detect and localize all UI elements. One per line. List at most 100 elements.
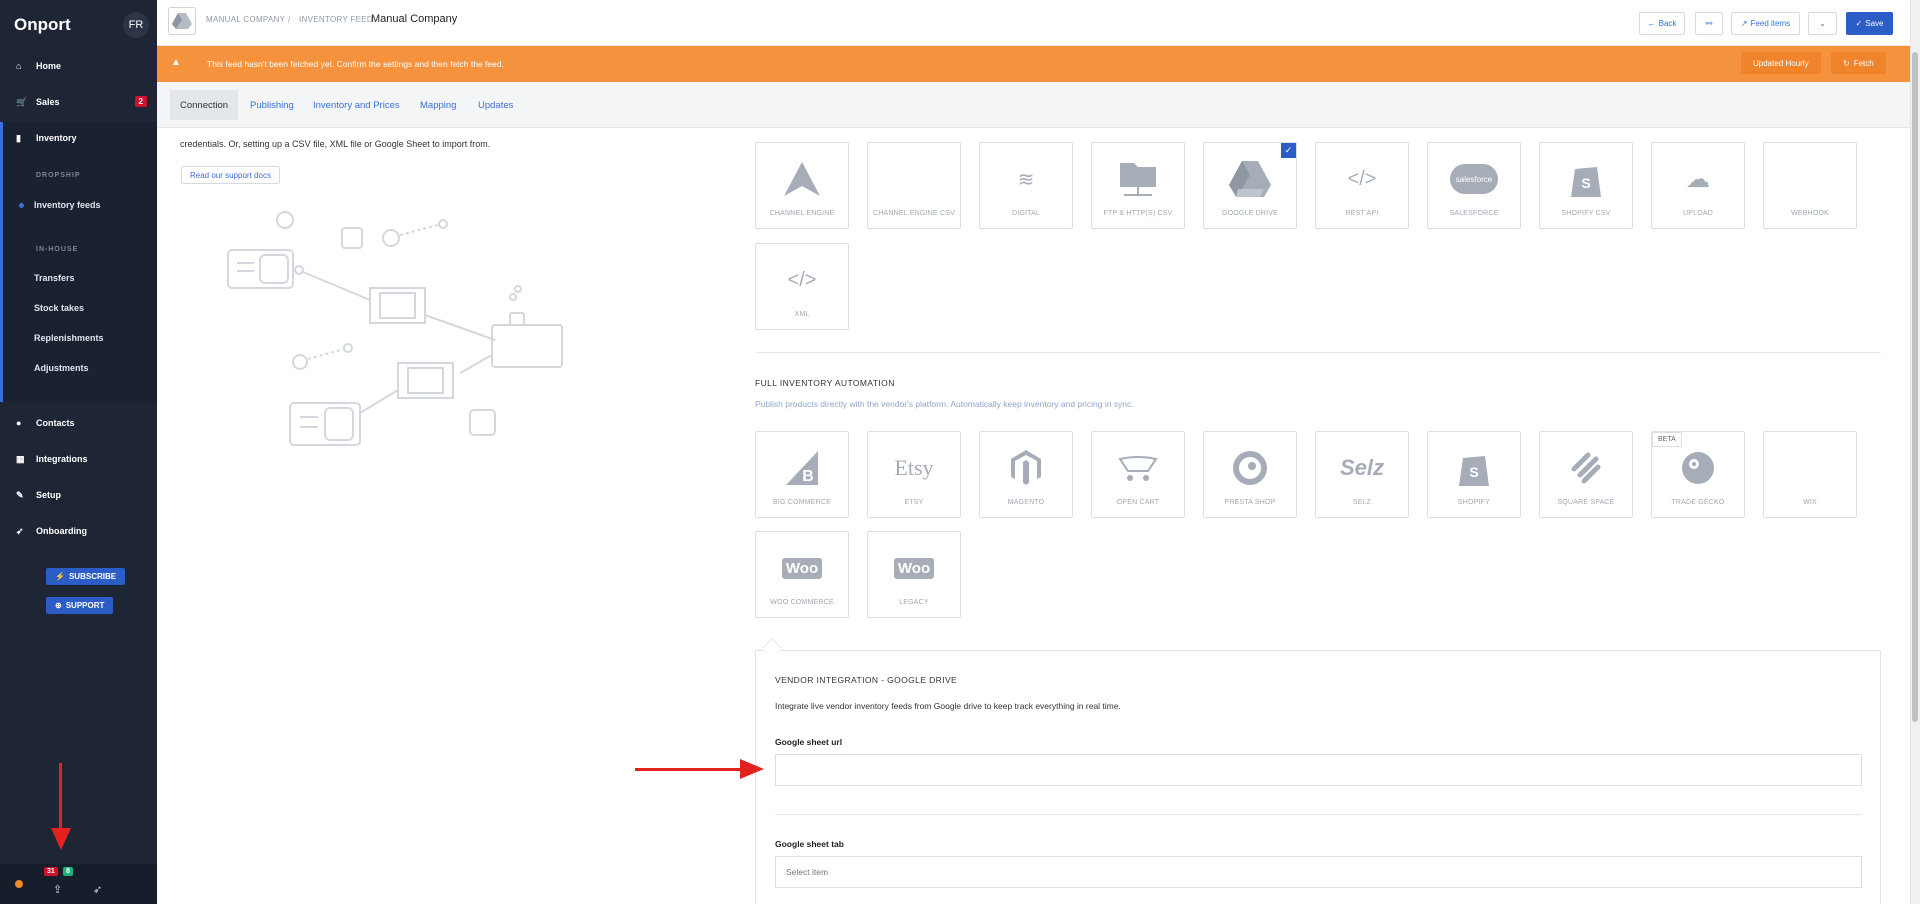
field-divider (775, 814, 1862, 815)
google-drive-icon (168, 7, 196, 35)
sidebar-item-home[interactable]: ⌂ Home (0, 54, 157, 78)
platform-tile-wix[interactable]: WIX (1763, 431, 1857, 518)
squarespace-icon (1540, 450, 1632, 486)
salesforce-text: salesforce (1450, 164, 1498, 194)
tile-label: WEBHOOK (1791, 210, 1829, 217)
sidebar-item-integrations[interactable]: ▦ Integrations (0, 447, 157, 471)
sidebar-item-inventory-feeds[interactable]: Inventory feeds (34, 200, 101, 210)
rocket-icon[interactable]: ➶ (93, 883, 102, 896)
upload-icon[interactable]: ⇪ (53, 883, 62, 896)
magento-icon (980, 450, 1072, 486)
cloud-upload-icon: ☁ (1686, 165, 1710, 193)
feed-items-button[interactable]: ↗ Feed items (1731, 12, 1800, 35)
annotation-arrow-right (635, 768, 745, 771)
connection-intro-text: credentials. Or, setting up a CSV file, … (180, 139, 491, 149)
support-button[interactable]: ⊕ SUPPORT (46, 597, 114, 614)
sidebar-item-sales[interactable]: 🛒 Sales 2 (0, 90, 157, 114)
status-dot[interactable] (15, 880, 23, 888)
warning-message: This feed hasn't been fetched yet. Confi… (207, 59, 504, 69)
platform-tile-prestashop[interactable]: PRESTA SHOP (1203, 431, 1297, 518)
source-tile-xml[interactable]: </> XML (755, 243, 849, 330)
svg-text:S: S (1469, 464, 1478, 480)
google-sheet-tab-select[interactable] (775, 856, 1862, 888)
breadcrumb-company[interactable]: MANUAL COMPANY (206, 15, 285, 24)
tile-label: UPLOAD (1683, 210, 1713, 217)
source-tile-google-drive[interactable]: GOOGLE DRIVE ✓ (1203, 142, 1297, 229)
platform-tile-shopify[interactable]: S SHOPIFY (1427, 431, 1521, 518)
source-tile-channel-engine[interactable]: CHANNEL ENGINE (755, 142, 849, 229)
source-tile-upload[interactable]: ☁ UPLOAD (1651, 142, 1745, 229)
source-tile-rest-api[interactable]: </> REST API (1315, 142, 1409, 229)
vendor-integration-description: Integrate live vendor inventory feeds fr… (775, 701, 1121, 711)
tile-label: TRADE GECKO (1671, 499, 1725, 506)
support-label: SUPPORT (65, 601, 105, 610)
sidebar-item-label: Onboarding (36, 526, 87, 536)
platform-tile-tradegecko[interactable]: BETA TRADE GECKO (1651, 431, 1745, 518)
language-switcher[interactable]: FR (123, 12, 149, 38)
platform-tile-squarespace[interactable]: SQUARE SPACE (1539, 431, 1633, 518)
code-icon: </> (787, 268, 817, 291)
sidebar-item-onboarding[interactable]: ➶ Onboarding (0, 519, 157, 543)
tab-inventory-and-prices[interactable]: Inventory and Prices (303, 90, 410, 120)
platform-tile-selz[interactable]: Selz SELZ (1315, 431, 1409, 518)
tile-label: REST API (1345, 210, 1379, 217)
sidebar-footer: 31 8 ⇪ ➶ (0, 864, 157, 904)
source-tile-webhook[interactable]: WEBHOOK (1763, 142, 1857, 229)
platform-tile-etsy[interactable]: Etsy ETSY (867, 431, 961, 518)
tab-updates[interactable]: Updates (468, 90, 523, 120)
platform-tile-legacy[interactable]: Woo LEGACY (867, 531, 961, 618)
fetch-button[interactable]: ↻ Fetch (1831, 52, 1886, 74)
platform-tile-magento[interactable]: MAGENTO (979, 431, 1073, 518)
sidebar-item-stock-takes[interactable]: Stock takes (34, 303, 84, 313)
sidebar-item-inventory[interactable]: ▮ Inventory (0, 126, 157, 150)
svg-text:S: S (1581, 175, 1590, 191)
save-button[interactable]: ✓ Save (1846, 12, 1893, 35)
tile-label: ETSY (904, 499, 924, 506)
google-sheet-url-input[interactable] (775, 754, 1862, 786)
source-tile-salesforce[interactable]: salesforce SALESFORCE (1427, 142, 1521, 229)
source-tile-digital[interactable]: ≋ DIGITAL (979, 142, 1073, 229)
vendor-integration-title: VENDOR INTEGRATION - GOOGLE DRIVE (775, 675, 958, 685)
tab-publishing[interactable]: Publishing (240, 90, 304, 120)
brand-logo[interactable]: Onport (14, 15, 71, 35)
bigcommerce-icon: B (756, 450, 848, 486)
tab-mapping[interactable]: Mapping (410, 90, 466, 120)
annotation-arrow-down (59, 763, 62, 833)
tile-label: DIGITAL (1011, 210, 1041, 217)
page-scrollbar[interactable] (1910, 0, 1920, 904)
platform-tile-bigcommerce[interactable]: B BIG COMMERCE (755, 431, 849, 518)
update-frequency-button[interactable]: Updated Hourly (1741, 52, 1821, 74)
sidebar-item-label: Home (36, 61, 62, 71)
back-button[interactable]: ← Back (1639, 12, 1685, 35)
platform-tile-woocommerce[interactable]: Woo WOO COMMERCE (755, 531, 849, 618)
warning-icon: ▲ (171, 57, 181, 68)
channel-engine-icon (756, 161, 848, 197)
more-options-button[interactable]: ⌄ (1808, 12, 1837, 35)
tile-label: SHOPIFY (1457, 499, 1491, 506)
bolt-icon: ⚡ (55, 572, 65, 581)
grid-icon: ▦ (16, 453, 25, 464)
sidebar-item-setup[interactable]: ✎ Setup (0, 483, 157, 507)
source-tile-shopify-csv[interactable]: S SHOPIFY CSV (1539, 142, 1633, 229)
shopify-icon: S (1540, 161, 1632, 197)
tab-connection[interactable]: Connection (170, 90, 239, 120)
link-button[interactable]: ⚯ (1695, 12, 1723, 35)
dropship-label: DROPSHIP (36, 172, 81, 179)
save-label: Save (1865, 19, 1884, 28)
tile-label: CHANNEL ENGINE (769, 210, 835, 217)
source-tile-channel-engine-csv[interactable]: CHANNEL ENGINE CSV (867, 142, 961, 229)
sidebar-item-contacts[interactable]: ● Contacts (0, 411, 157, 435)
tile-label: WIX (1803, 499, 1817, 506)
tradegecko-icon (1652, 450, 1744, 486)
support-docs-button[interactable]: Read our support docs (181, 166, 280, 184)
sidebar-item-replenishments[interactable]: Replenishments (34, 333, 104, 343)
subscribe-label: SUBSCRIBE (68, 572, 117, 581)
subscribe-button[interactable]: ⚡ SUBSCRIBE (46, 568, 126, 585)
scrollbar-thumb[interactable] (1912, 52, 1918, 722)
platform-tile-opencart[interactable]: OPEN CART (1091, 431, 1185, 518)
sidebar-item-transfers[interactable]: Transfers (34, 273, 75, 283)
sales-count-badge: 2 (134, 96, 147, 107)
sidebar-item-adjustments[interactable]: Adjustments (34, 363, 89, 373)
breadcrumb-feed[interactable]: INVENTORY FEED (299, 15, 373, 24)
source-tile-ftp-csv[interactable]: FTP & HTTP(S) CSV (1091, 142, 1185, 229)
